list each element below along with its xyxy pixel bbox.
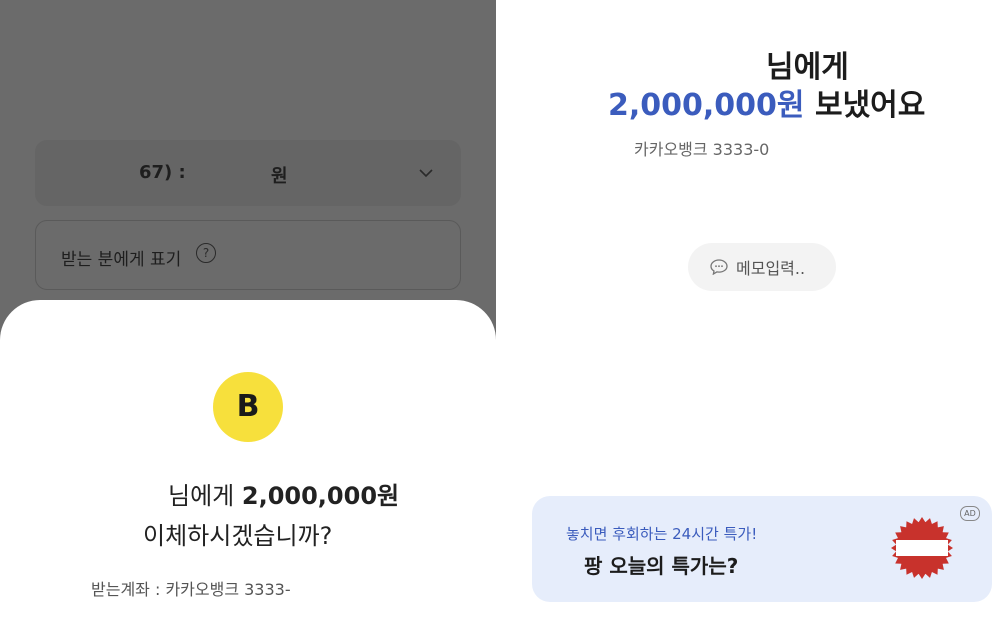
bank-logo: B	[213, 372, 283, 442]
confirm-recipient-suffix: 님에게	[168, 482, 235, 510]
sent-verb: 보냈어요	[814, 88, 926, 123]
ad-subtitle: 놓치면 후회하는 24시간 특가!	[566, 525, 758, 543]
confirm-account: 받는계좌 : 카카오뱅크 3333-	[91, 580, 291, 599]
sent-account: 카카오뱅크 3333-0	[634, 140, 770, 159]
display-name-label: 받는 분에게 표기	[61, 250, 182, 270]
confirm-amount: 2,000,000원	[241, 482, 400, 510]
help-icon[interactable]: ?	[196, 243, 216, 263]
memo-input-button[interactable]: 메모입력..	[688, 243, 836, 291]
ad-banner[interactable]: AD 놓치면 후회하는 24시간 특가! 팡 오늘의 특가는?	[532, 496, 992, 602]
speech-bubble-icon	[710, 259, 728, 275]
display-name-field[interactable]: 받는 분에게 표기 ?	[35, 220, 461, 290]
chevron-down-icon	[419, 169, 433, 178]
amount-select-prefix: 67) :	[139, 162, 186, 183]
confirm-bottom-sheet: B 님에게 2,000,000원 이체하시겠습니까? 받는계좌 : 카카오뱅크 …	[0, 300, 496, 640]
memo-label: 메모입력..	[736, 259, 806, 278]
sent-message: 2,000,000원 보냈어요	[608, 80, 925, 124]
transfer-screen: 67) : 원 받는 분에게 표기 ? B 님에게 2,000,000원 이체하…	[0, 0, 496, 640]
confirm-message-line1: 님에게 2,000,000원	[168, 476, 399, 511]
sale-badge-icon	[891, 517, 953, 579]
amount-select[interactable]: 67) : 원	[35, 140, 461, 206]
ad-title: 팡 오늘의 특가는?	[584, 554, 739, 578]
confirm-message-line2: 이체하시겠습니까?	[143, 522, 333, 550]
ad-badge: AD	[960, 506, 980, 521]
transfer-complete-screen: 님에게 2,000,000원 보냈어요 카카오뱅크 3333-0 메모입력.. …	[496, 0, 1008, 640]
sent-amount: 2,000,000원	[608, 88, 805, 123]
amount-select-unit: 원	[271, 166, 288, 187]
